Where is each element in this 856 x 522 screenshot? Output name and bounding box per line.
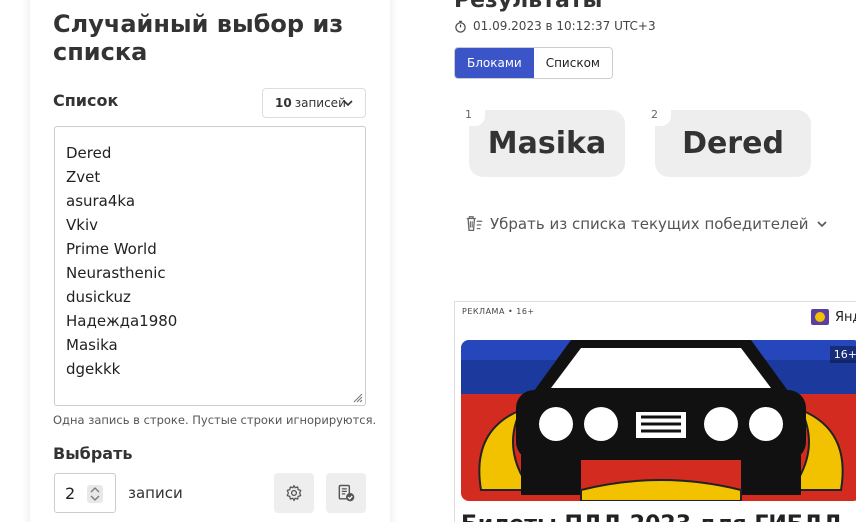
winner-number: 1 (459, 104, 485, 126)
timestamp-text: 01.09.2023 в 10:12:37 UTC+3 (473, 19, 656, 33)
entry-line: Neurasthenic (66, 264, 166, 282)
document-check-icon (338, 484, 355, 502)
list-label: Список (53, 91, 119, 110)
resize-handle[interactable] (351, 391, 363, 403)
view-blocks-button[interactable]: Блоками (455, 48, 534, 78)
brand-logo-icon (811, 309, 829, 325)
page-title: Случайный выбор из списка (53, 10, 344, 66)
entries-count-select[interactable]: 10 записей (262, 88, 366, 118)
entry-line: dusickuz (66, 288, 131, 306)
ad-brand-name: Янд (835, 309, 856, 325)
winner-name: Dered (682, 126, 784, 161)
remove-winners-dropdown[interactable]: Убрать из списка текущих победителей (464, 214, 829, 234)
chevron-down-icon (343, 100, 353, 107)
chevron-down-icon (816, 221, 827, 228)
ad-label: РЕКЛАМА • 16+ (462, 307, 535, 316)
entries-list: Dered Zvet asura4ka Vkiv Prime World Neurasth… (66, 141, 354, 381)
entries-count-number: 10 (275, 96, 292, 110)
entries-textarea[interactable]: Dered Zvet asura4ka Vkiv Prime World Neurasth… (54, 126, 366, 406)
stepper-arrows-icon[interactable] (87, 485, 103, 503)
pick-count-value: 2 (65, 483, 76, 503)
pick-count-input[interactable]: 2 (54, 473, 116, 513)
ad-image[interactable]: 16+ (461, 340, 856, 501)
clear-list-button[interactable] (326, 473, 366, 513)
entry-line: Dered (66, 144, 112, 162)
entry-line: Vkiv (66, 216, 98, 234)
ad-brand[interactable]: Янд (811, 309, 856, 325)
entry-line: Prime World (66, 240, 157, 258)
winner-card: Masika (469, 110, 625, 177)
pick-unit: записи (128, 484, 183, 502)
entry-line: Masika (66, 336, 118, 354)
results-timestamp: 01.09.2023 в 10:12:37 UTC+3 (454, 19, 656, 33)
winner-card: Dered (655, 110, 811, 177)
remove-winners-label: Убрать из списка текущих победителей (490, 215, 809, 233)
entries-count-unit: записей (294, 96, 346, 110)
trash-list-icon (466, 216, 483, 231)
entry-line: Zvet (66, 168, 101, 186)
settings-button[interactable] (274, 473, 314, 513)
stopwatch-icon (455, 20, 466, 33)
car-emblem-image (461, 340, 856, 501)
entry-line: asura4ka (66, 192, 136, 210)
entry-line: dgekkk (66, 360, 121, 378)
pick-label: Выбрать (53, 444, 133, 463)
results-title: Результаты (454, 0, 603, 13)
entry-line: Надежда1980 (66, 312, 178, 330)
ad-headline[interactable]: Билеты ПДД 2023 для ГИБДД (461, 512, 843, 522)
view-list-button[interactable]: Списком (533, 48, 612, 78)
ad-block[interactable]: РЕКЛАМА • 16+ Янд (454, 301, 856, 522)
ad-age-badge: 16+ (829, 346, 856, 363)
winner-number: 2 (645, 104, 671, 126)
view-toggle: Блоками Списком (454, 47, 613, 79)
entries-hint: Одна запись в строке. Пустые строки игно… (53, 413, 377, 427)
gear-icon (286, 484, 302, 502)
winner-name: Masika (487, 126, 607, 161)
